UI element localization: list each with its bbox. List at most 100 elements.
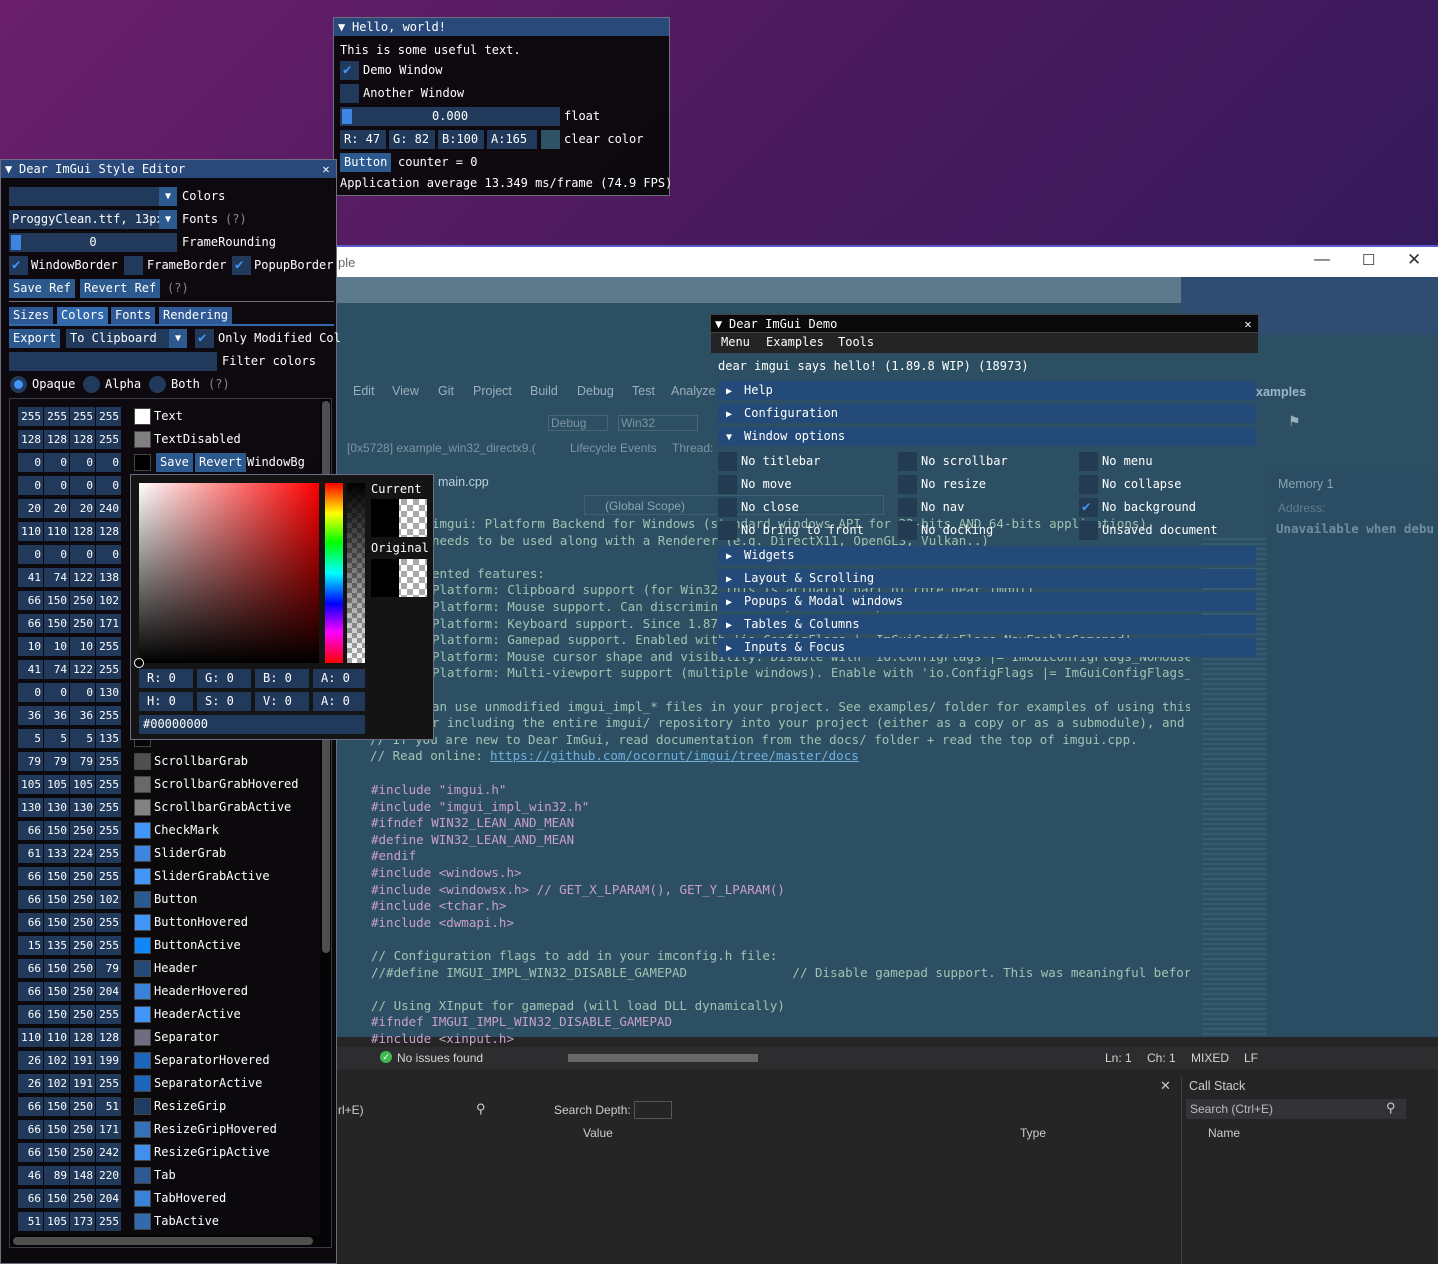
color-channel-field[interactable]: 66 <box>18 1143 43 1162</box>
color-channel-field[interactable]: 66 <box>18 1005 43 1024</box>
color-channel-field[interactable]: 250 <box>70 1005 95 1024</box>
color-channel-field[interactable]: 0 <box>70 453 95 472</box>
color-channel-field[interactable]: 51 <box>18 1212 43 1231</box>
color-swatch[interactable] <box>134 937 151 954</box>
color-channel-field[interactable]: 150 <box>44 1143 69 1162</box>
revert-button[interactable]: Revert <box>195 453 247 472</box>
color-channel-field[interactable]: 135 <box>44 936 69 955</box>
color-channel-field[interactable]: 74 <box>44 568 69 587</box>
no-titlebar-checkbox[interactable] <box>718 452 737 471</box>
color-channel-field[interactable]: 5 <box>18 729 43 748</box>
color-channel-field[interactable]: 110 <box>18 1028 43 1047</box>
color-channel-field[interactable]: 255 <box>96 637 121 656</box>
color-channel-field[interactable]: 204 <box>96 982 121 1001</box>
color-swatch[interactable] <box>134 1167 151 1184</box>
save-ref-button[interactable]: Save Ref <box>9 279 75 298</box>
color-swatch[interactable] <box>134 776 151 793</box>
color-swatch[interactable] <box>134 960 151 977</box>
colors-preset-combo[interactable]: ▼ <box>9 187 177 206</box>
sv-cursor[interactable] <box>134 658 144 668</box>
platform-dropdown[interactable]: Win32 <box>618 415 698 431</box>
color-channel-field[interactable]: 173 <box>70 1212 95 1231</box>
another-window-checkbox[interactable] <box>340 84 359 103</box>
export-destination-combo[interactable]: To Clipboard ▼ <box>66 329 187 348</box>
color-channel-field[interactable]: 105 <box>18 775 43 794</box>
color-channel-field[interactable]: 36 <box>44 706 69 725</box>
collapse-arrow-icon[interactable]: ▼ <box>715 315 729 333</box>
menu-view[interactable]: View <box>392 384 419 398</box>
color-channel-field[interactable]: 255 <box>96 798 121 817</box>
color-swatch[interactable] <box>134 1121 151 1138</box>
help-marker[interactable]: (?) <box>167 279 189 298</box>
color-channel-field[interactable]: 46 <box>18 1166 43 1185</box>
header-window-options[interactable]: ▼ Window options <box>718 427 1256 446</box>
color-channel-field[interactable]: 0 <box>18 476 43 495</box>
hello-titlebar[interactable]: ▼ Hello, world! <box>334 18 669 36</box>
unsaved-document-checkbox[interactable] <box>1079 521 1098 540</box>
color-channel-field[interactable]: 102 <box>44 1074 69 1093</box>
no-resize-checkbox[interactable] <box>898 475 917 494</box>
color-swatch[interactable] <box>134 1144 151 1161</box>
color-channel-field[interactable]: 10 <box>70 637 95 656</box>
color-channel-field[interactable]: 26 <box>18 1074 43 1093</box>
minimize-icon[interactable]: — <box>1314 251 1330 269</box>
save-button[interactable]: Save <box>156 453 193 472</box>
color-channel-field[interactable]: 250 <box>70 1189 95 1208</box>
color-channel-field[interactable]: 255 <box>96 821 121 840</box>
color-channel-field[interactable]: 0 <box>70 476 95 495</box>
float-slider[interactable]: 0.000 <box>340 107 560 126</box>
color-channel-field[interactable]: 0 <box>96 545 121 564</box>
color-channel-field[interactable]: 79 <box>70 752 95 771</box>
color-channel-field[interactable]: 150 <box>44 1120 69 1139</box>
search-depth-dropdown[interactable] <box>634 1101 672 1119</box>
color-channel-field[interactable]: 41 <box>18 660 43 679</box>
color-channel-field[interactable]: 224 <box>70 844 95 863</box>
color-channel-field[interactable]: 26 <box>18 1051 43 1070</box>
close-icon[interactable]: ✕ <box>320 160 332 178</box>
header-configuration[interactable]: ▶ Configuration <box>718 404 1256 423</box>
popup-border-checkbox[interactable] <box>232 256 251 275</box>
color-channel-field[interactable]: 242 <box>96 1143 121 1162</box>
menu-project[interactable]: Project <box>473 384 512 398</box>
color-channel-field[interactable]: 255 <box>96 1005 121 1024</box>
demo-window-checkbox[interactable] <box>340 61 359 80</box>
color-channel-field[interactable]: 128 <box>44 430 69 449</box>
color-channel-field[interactable]: 130 <box>44 798 69 817</box>
color-channel-field[interactable]: 171 <box>96 614 121 633</box>
color-swatch[interactable] <box>134 983 151 1000</box>
demo-window[interactable]: ▼ Dear ImGui Demo ✕ <box>710 314 1259 334</box>
color-channel-field[interactable]: 128 <box>96 1028 121 1047</box>
color-channel-field[interactable]: 105 <box>44 775 69 794</box>
color-channel-field[interactable]: 250 <box>70 821 95 840</box>
color-channel-field[interactable]: 130 <box>70 798 95 817</box>
color-channel-field[interactable]: 10 <box>44 637 69 656</box>
colors-hscrollbar[interactable] <box>10 1235 320 1247</box>
color-channel-field[interactable]: 150 <box>44 890 69 909</box>
color-channel-field[interactable]: 36 <box>18 706 43 725</box>
revert-ref-button[interactable]: Revert Ref <box>80 279 161 298</box>
color-channel-field[interactable]: 0 <box>44 476 69 495</box>
color-channel-field[interactable]: 250 <box>70 591 95 610</box>
color-channel-field[interactable]: 150 <box>44 591 69 610</box>
color-channel-field[interactable]: 41 <box>18 568 43 587</box>
color-channel-field[interactable]: 105 <box>70 775 95 794</box>
color-channel-field[interactable]: 150 <box>44 1005 69 1024</box>
no-menu-checkbox[interactable] <box>1079 452 1098 471</box>
picker-b-field[interactable]: B: 0 <box>255 669 309 688</box>
menu-build[interactable]: Build <box>530 384 558 398</box>
color-channel-field[interactable]: 255 <box>96 1212 121 1231</box>
picker-g-field[interactable]: G: 0 <box>197 669 251 688</box>
color-channel-field[interactable]: 66 <box>18 890 43 909</box>
color-channel-field[interactable]: 255 <box>96 913 121 932</box>
color-r-field[interactable]: R: 47 <box>340 130 386 149</box>
color-swatch[interactable] <box>134 1213 151 1230</box>
picker-a2-field[interactable]: A: 0 <box>313 692 365 711</box>
both-radio[interactable] <box>149 376 166 393</box>
color-swatch[interactable] <box>134 1190 151 1207</box>
window-border-checkbox[interactable] <box>9 256 28 275</box>
only-modified-checkbox[interactable] <box>195 329 214 348</box>
color-channel-field[interactable]: 138 <box>96 568 121 587</box>
color-channel-field[interactable]: 0 <box>44 683 69 702</box>
color-channel-field[interactable]: 255 <box>96 407 121 426</box>
color-swatch[interactable] <box>134 845 151 862</box>
